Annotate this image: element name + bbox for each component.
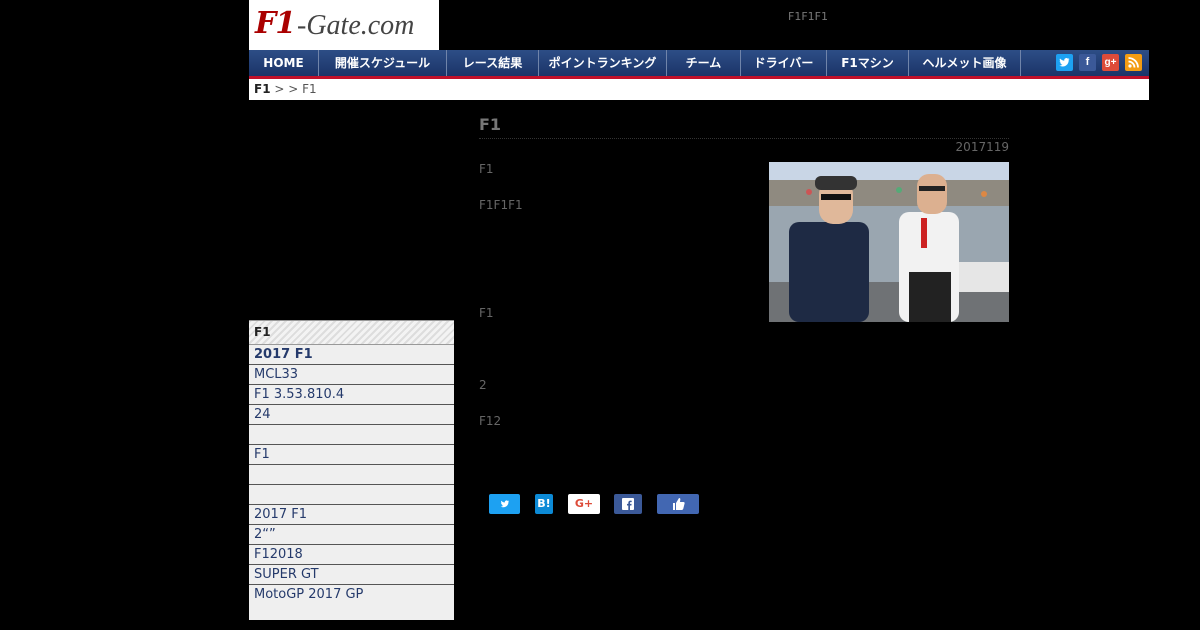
breadcrumb: F1 > > F1 bbox=[249, 79, 1149, 100]
nav-item-schedule[interactable]: 開催スケジュール bbox=[319, 50, 447, 76]
google-plus-icon[interactable]: g+ bbox=[1102, 54, 1119, 71]
share-facebook-button[interactable] bbox=[614, 494, 642, 514]
sidebar-link[interactable]: 2017 F1 bbox=[249, 505, 454, 525]
logo-mark: F1 bbox=[255, 6, 296, 41]
sidebar-link[interactable]: MCL33 bbox=[249, 365, 454, 385]
sidebar-link[interactable] bbox=[249, 465, 454, 485]
sidebar-link[interactable]: 24 bbox=[249, 405, 454, 425]
nav-item-machine[interactable]: F1マシン bbox=[827, 50, 909, 76]
article-paragraph: 2 bbox=[479, 378, 487, 392]
site-logo[interactable]: F1 -Gate.com bbox=[249, 0, 439, 50]
article-photo bbox=[769, 162, 1009, 322]
breadcrumb-separator: > bbox=[288, 82, 303, 96]
sidebar: F1 2017 F1 MCL33 F1 3.53.810.4 24 F1 201… bbox=[249, 320, 454, 620]
nav-item-team[interactable]: チーム bbox=[667, 50, 741, 76]
sidebar-link[interactable]: SUPER GT bbox=[249, 565, 454, 585]
breadcrumb-separator: > bbox=[270, 82, 289, 96]
nav-item-ranking[interactable]: ポイントランキング bbox=[539, 50, 667, 76]
share-google-button[interactable]: G+ bbox=[568, 494, 600, 514]
nav-item-helmet[interactable]: ヘルメット画像 bbox=[909, 50, 1021, 76]
article-date: 2017119 bbox=[955, 140, 1009, 154]
facebook-icon[interactable]: f bbox=[1079, 54, 1096, 71]
sidebar-heading: F1 bbox=[249, 320, 454, 345]
sidebar-link[interactable]: F12018 bbox=[249, 545, 454, 565]
article-paragraph: F1F1F1 bbox=[479, 198, 523, 212]
article-title: F1 bbox=[479, 115, 1009, 139]
article-paragraph: F1 bbox=[479, 162, 494, 176]
page: F1 -Gate.com F1F1F1 HOME 開催スケジュール レース結果 … bbox=[249, 0, 1149, 630]
logo-text: -Gate.com bbox=[297, 10, 415, 41]
nav-item-driver[interactable]: ドライバー bbox=[741, 50, 827, 76]
article-paragraph: F12 bbox=[479, 414, 502, 428]
breadcrumb-home[interactable]: F1 bbox=[254, 82, 271, 96]
share-like-button[interactable] bbox=[657, 494, 699, 514]
nav-item-results[interactable]: レース結果 bbox=[447, 50, 539, 76]
sidebar-link[interactable] bbox=[249, 485, 454, 505]
sidebar-link[interactable]: F1 3.53.810.4 bbox=[249, 385, 454, 405]
sidebar-link[interactable]: F1 bbox=[249, 445, 454, 465]
sidebar-link[interactable]: 2“” bbox=[249, 525, 454, 545]
main-nav: HOME 開催スケジュール レース結果 ポイントランキング チーム ドライバー … bbox=[249, 50, 1149, 79]
share-hatena-button[interactable]: B! bbox=[535, 494, 553, 514]
nav-item-home[interactable]: HOME bbox=[249, 50, 319, 76]
header-tagline: F1F1F1 bbox=[788, 10, 828, 23]
sidebar-link[interactable]: 2017 F1 bbox=[249, 345, 454, 365]
rss-icon[interactable] bbox=[1125, 54, 1142, 71]
breadcrumb-current: F1 bbox=[302, 82, 317, 96]
sidebar-link[interactable] bbox=[249, 425, 454, 445]
article-paragraph: F1 bbox=[479, 306, 494, 320]
twitter-icon[interactable] bbox=[1056, 54, 1073, 71]
sidebar-link[interactable]: MotoGP 2017 GP bbox=[249, 585, 454, 604]
share-twitter-button[interactable] bbox=[489, 494, 520, 514]
